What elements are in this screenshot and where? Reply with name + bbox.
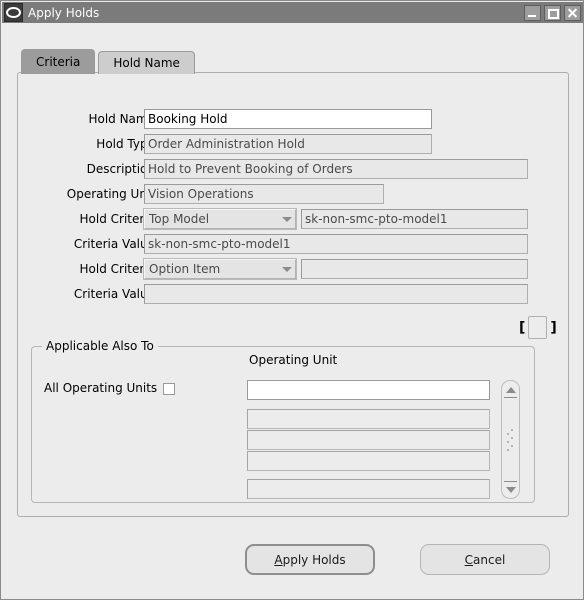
hold-criteria-2-value: Option Item (149, 262, 221, 276)
window-controls (524, 5, 581, 21)
operating-unit-label: Operating Unit (66, 187, 155, 201)
scrollbar-thumb-grip[interactable] (506, 429, 515, 451)
hold-criteria-1-select[interactable]: Top Model (144, 209, 296, 229)
hold-type-label-col: Hold Type (18, 134, 155, 154)
hold-criteria-1-label-col: Hold Criteria (18, 209, 156, 229)
hold-criteria-2-select[interactable]: Option Item (144, 259, 296, 279)
description-label-col: Description (18, 159, 155, 179)
oracle-oval-icon (4, 3, 23, 22)
list-item[interactable] (247, 380, 490, 400)
tab-hold-name[interactable]: Hold Name (98, 51, 195, 74)
apply-holds-label: Apply Holds (274, 552, 346, 567)
operating-unit-field[interactable]: Vision Operations (144, 184, 384, 204)
cancel-button[interactable]: Cancel (420, 544, 550, 575)
operating-unit-list-scrollbar[interactable] (501, 380, 520, 499)
window-title: Apply Holds (28, 5, 100, 20)
tab-strip: Criteria Hold Name (21, 49, 195, 74)
criteria-value-2-field[interactable] (144, 284, 528, 304)
criteria-value-2-label-col: Criteria Value (18, 284, 155, 304)
hold-name-input[interactable]: Booking Hold (144, 109, 432, 129)
tab-criteria[interactable]: Criteria (21, 49, 96, 74)
chevron-down-icon (279, 266, 295, 272)
hold-type-field[interactable]: Order Administration Hold (144, 134, 432, 154)
applicable-group-title: Applicable Also To (42, 339, 158, 353)
criteria-value-1-label-col: Criteria Value (18, 234, 155, 254)
all-operating-units-checkbox[interactable] (163, 383, 175, 395)
lov-bracket-widget: [ ] (519, 316, 557, 339)
close-icon[interactable] (564, 5, 581, 21)
chevron-down-icon (279, 216, 295, 222)
list-item[interactable] (247, 479, 490, 499)
list-item[interactable] (247, 451, 490, 471)
apply-holds-window: Apply Holds Criteria Hold Name Hold Name… (0, 0, 584, 600)
list-item[interactable] (247, 409, 490, 429)
scroll-down-icon[interactable] (502, 482, 519, 497)
window-titlebar: Apply Holds (2, 2, 583, 23)
hold-name-label-col: Hold Name (18, 109, 155, 129)
cancel-label: Cancel (464, 552, 506, 567)
criteria-value-1-label: Criteria Value (73, 237, 155, 251)
maximize-icon[interactable] (544, 5, 561, 21)
scroll-up-icon[interactable] (502, 382, 519, 397)
all-operating-units-label: All Operating Units (44, 381, 158, 395)
bracket-right: ] (550, 319, 557, 336)
criteria-value-2-label: Criteria Value (73, 287, 155, 301)
description-field[interactable]: Hold to Prevent Booking of Orders (144, 159, 528, 179)
hold-criteria-1-detail[interactable]: sk-non-smc-pto-model1 (301, 209, 528, 229)
list-item[interactable] (247, 430, 490, 450)
hold-criteria-2-label-col: Hold Criteria (18, 259, 156, 279)
bracket-left: [ (519, 319, 526, 336)
operating-unit-column-header: Operating Unit (249, 353, 338, 367)
lov-button[interactable] (528, 316, 548, 339)
apply-holds-button[interactable]: Apply Holds (245, 544, 375, 575)
hold-criteria-2-detail[interactable] (301, 259, 528, 279)
minimize-icon[interactable] (524, 5, 541, 21)
criteria-value-1-field[interactable]: sk-non-smc-pto-model1 (144, 234, 528, 254)
operating-unit-label-col: Operating Unit (18, 184, 155, 204)
hold-criteria-1-value: Top Model (149, 212, 210, 226)
